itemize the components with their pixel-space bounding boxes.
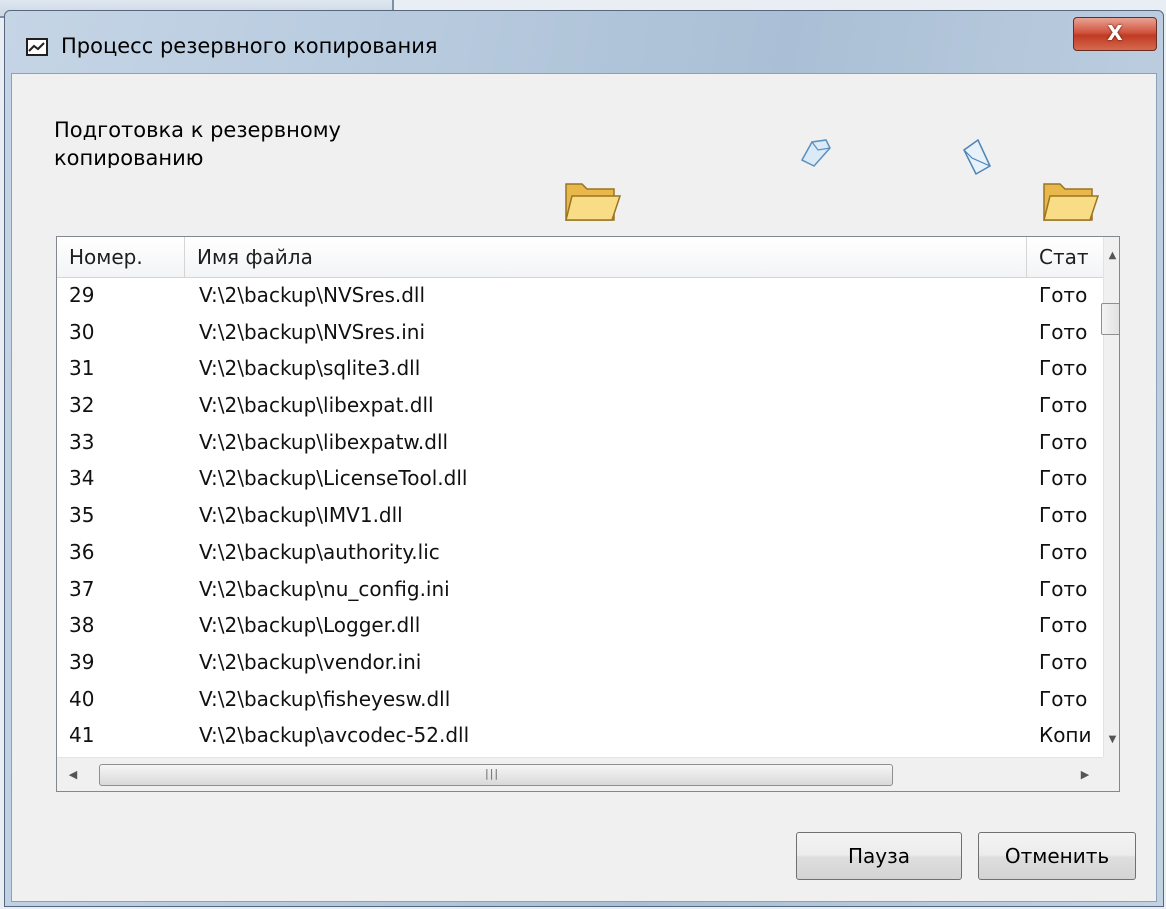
row-filename: V:\2\backup\sqlite3.dll bbox=[199, 356, 421, 381]
flying-document-icon bbox=[963, 138, 991, 176]
flying-document-icon bbox=[800, 139, 831, 167]
source-folder-icon bbox=[565, 183, 622, 221]
vertical-scrollbar[interactable]: ▲ ▼ bbox=[1101, 237, 1119, 757]
title-bar: Процесс резервного копирования X bbox=[5, 11, 1163, 73]
cancel-button[interactable]: Отменить bbox=[978, 832, 1136, 880]
row-filename: V:\2\backup\fisheyesw.dll bbox=[199, 686, 451, 711]
row-status: Гото bbox=[1039, 539, 1088, 564]
list-row[interactable]: 37 V:\2\backup\nu_config.ini Гото bbox=[57, 571, 1103, 608]
row-status: Гото bbox=[1039, 686, 1088, 711]
column-header-filename[interactable]: Имя файла bbox=[185, 237, 1027, 277]
list-row[interactable]: 31 V:\2\backup\sqlite3.dll Гото bbox=[57, 350, 1103, 387]
dialog-client-area: Подготовка к резервному копированию Номе… bbox=[11, 73, 1157, 902]
row-filename: V:\2\backup\IMV1.dll bbox=[199, 503, 403, 528]
row-number: 40 bbox=[69, 686, 95, 711]
list-row[interactable]: 36 V:\2\backup\authority.lic Гото bbox=[57, 534, 1103, 571]
pause-button[interactable]: Пауза bbox=[796, 832, 962, 880]
list-row[interactable]: 34 V:\2\backup\LicenseTool.dll Гото bbox=[57, 460, 1103, 497]
row-filename: V:\2\backup\authority.lic bbox=[199, 539, 440, 564]
row-filename: V:\2\backup\avcodec-52.dll bbox=[199, 723, 470, 748]
row-filename: V:\2\backup\Logger.dll bbox=[199, 613, 421, 638]
row-number: 34 bbox=[69, 466, 95, 491]
row-status: Копи bbox=[1039, 723, 1092, 748]
row-number: 30 bbox=[69, 319, 95, 344]
list-row[interactable]: 39 V:\2\backup\vendor.ini Гото bbox=[57, 644, 1103, 681]
close-button[interactable]: X bbox=[1073, 17, 1157, 51]
vertical-scroll-thumb[interactable] bbox=[1101, 303, 1119, 335]
row-number: 32 bbox=[69, 393, 95, 418]
row-filename: V:\2\backup\vendor.ini bbox=[199, 649, 422, 674]
list-rows: 29 V:\2\backup\NVSres.dll Гото 30 V:\2\back… bbox=[57, 277, 1103, 757]
list-row[interactable]: 38 V:\2\backup\Logger.dll Гото bbox=[57, 607, 1103, 644]
list-row[interactable]: 30 V:\2\backup\NVSres.ini Гото bbox=[57, 314, 1103, 351]
scroll-grip-icon: ||| bbox=[485, 767, 500, 780]
list-row[interactable]: 40 V:\2\backup\fisheyesw.dll Гото bbox=[57, 681, 1103, 718]
window-app-icon bbox=[26, 38, 48, 56]
backup-progress-dialog: Процесс резервного копирования X Подгото… bbox=[4, 10, 1164, 907]
row-status: Гото bbox=[1039, 429, 1088, 454]
destination-folder-icon bbox=[1043, 183, 1100, 221]
horizontal-scrollbar[interactable]: ◀ ||| ▶ bbox=[57, 757, 1103, 791]
row-filename: V:\2\backup\NVSres.ini bbox=[199, 319, 426, 344]
row-number: 37 bbox=[69, 576, 95, 601]
list-row[interactable]: 41 V:\2\backup\avcodec-52.dll Копи bbox=[57, 717, 1103, 754]
list-row[interactable]: 32 V:\2\backup\libexpat.dll Гото bbox=[57, 387, 1103, 424]
row-number: 35 bbox=[69, 503, 95, 528]
row-number: 33 bbox=[69, 429, 95, 454]
list-row[interactable]: 35 V:\2\backup\IMV1.dll Гото bbox=[57, 497, 1103, 534]
row-number: 38 bbox=[69, 613, 95, 638]
row-status: Гото bbox=[1039, 283, 1088, 307]
row-filename: V:\2\backup\libexpatw.dll bbox=[199, 429, 449, 454]
file-list[interactable]: Номер. Имя файла Стат 29 V:\2\backup\NVSr… bbox=[56, 236, 1120, 792]
row-number: 36 bbox=[69, 539, 95, 564]
row-filename: V:\2\backup\nu_config.ini bbox=[199, 576, 450, 601]
row-number: 41 bbox=[69, 723, 95, 748]
row-filename: V:\2\backup\libexpat.dll bbox=[199, 393, 434, 418]
row-status: Гото bbox=[1039, 613, 1088, 638]
row-status: Гото bbox=[1039, 466, 1088, 491]
column-header-number[interactable]: Номер. bbox=[57, 237, 185, 277]
row-status: Гото bbox=[1039, 393, 1088, 418]
row-number: 29 bbox=[69, 283, 95, 307]
horizontal-scroll-thumb[interactable]: ||| bbox=[99, 764, 893, 786]
scroll-left-arrow-icon[interactable]: ◀ bbox=[63, 766, 83, 784]
column-header-status[interactable]: Стат bbox=[1027, 237, 1103, 277]
row-status: Гото bbox=[1039, 576, 1088, 601]
scroll-down-arrow-icon[interactable]: ▼ bbox=[1104, 731, 1119, 748]
list-header: Номер. Имя файла Стат bbox=[57, 237, 1103, 278]
row-status: Гото bbox=[1039, 319, 1088, 344]
window-title: Процесс резервного копирования bbox=[61, 34, 438, 58]
row-filename: V:\2\backup\LicenseTool.dll bbox=[199, 466, 468, 491]
scroll-up-arrow-icon[interactable]: ▲ bbox=[1104, 247, 1119, 264]
scrollbar-corner bbox=[1103, 757, 1119, 791]
row-number: 31 bbox=[69, 356, 95, 381]
list-row[interactable]: 33 V:\2\backup\libexpatw.dll Гото bbox=[57, 424, 1103, 461]
row-status: Гото bbox=[1039, 503, 1088, 528]
list-row[interactable]: 29 V:\2\backup\NVSres.dll Гото bbox=[57, 277, 1103, 314]
scroll-right-arrow-icon[interactable]: ▶ bbox=[1075, 766, 1095, 784]
row-status: Гото bbox=[1039, 649, 1088, 674]
row-filename: V:\2\backup\NVSres.dll bbox=[199, 283, 426, 307]
row-status: Гото bbox=[1039, 356, 1088, 381]
row-number: 39 bbox=[69, 649, 95, 674]
status-label: Подготовка к резервному копированию bbox=[54, 118, 341, 168]
